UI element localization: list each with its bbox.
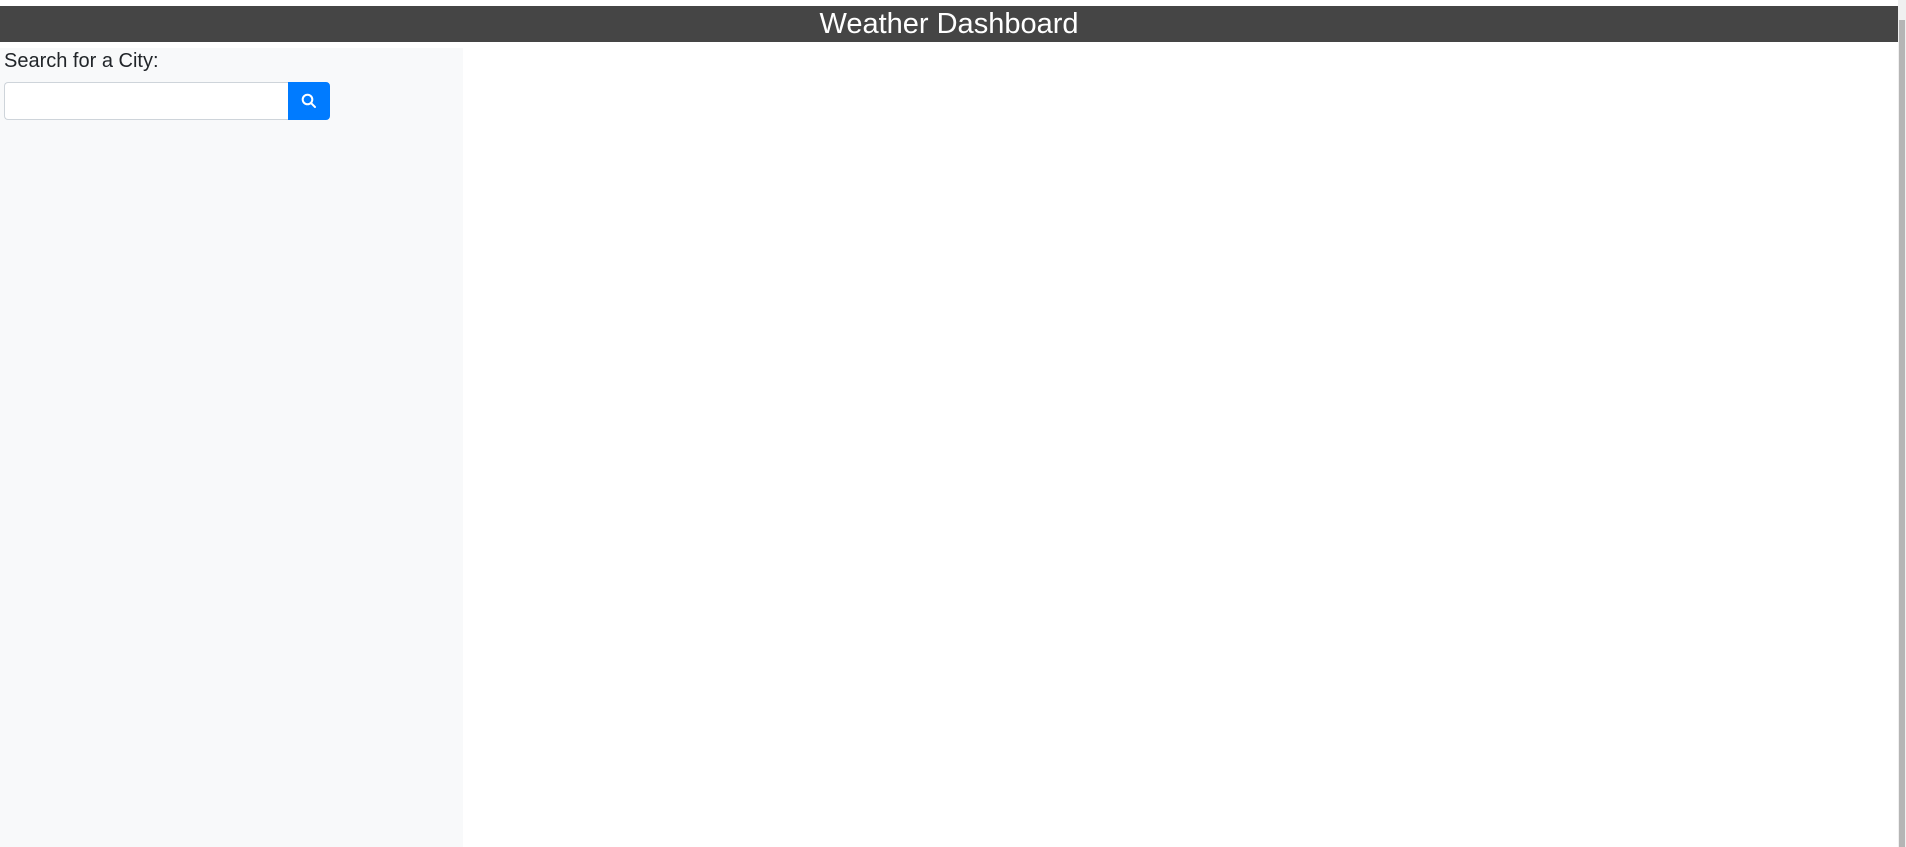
search-label: Search for a City: — [4, 50, 159, 72]
search-icon — [301, 93, 316, 108]
search-button[interactable] — [288, 82, 330, 120]
page: Weather Dashboard Search for a City: — [0, 0, 1906, 847]
page-title: Weather Dashboard — [819, 8, 1079, 40]
scrollbar-thumb[interactable] — [1899, 20, 1905, 847]
sidebar — [0, 48, 463, 847]
app-header: Weather Dashboard — [0, 6, 1898, 42]
search-group — [4, 82, 330, 120]
vertical-scrollbar[interactable] — [1898, 0, 1906, 847]
search-input[interactable] — [4, 82, 288, 120]
